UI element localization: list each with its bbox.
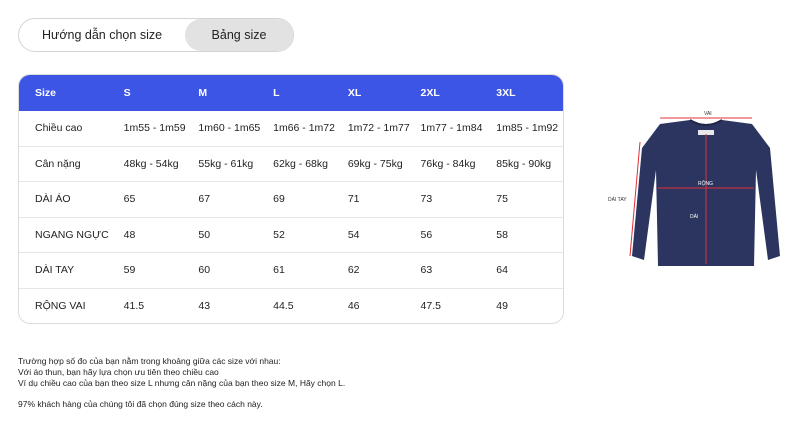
label-dai-tay: DÀI TAY — [608, 196, 627, 203]
table-cell: 52 — [273, 228, 285, 241]
table-cell: 48 — [123, 228, 136, 241]
row-label: DÀI ÁO — [35, 193, 71, 206]
table-row: RỘNG VAI 41.5 43 44.5 46 47.5 49 — [19, 289, 563, 324]
table-cell: 50 — [198, 228, 211, 241]
size-table: Size S M L XL 2XL 3XL Chiều cao 1m55 - 1m… — [18, 74, 564, 324]
table-cell: 1m60 - 1m65 — [198, 122, 261, 135]
table-row: Cân nặng 48kg - 54kg 55kg - 61kg 62kg - 68k… — [19, 147, 563, 182]
row-label: DÀI TAY — [35, 264, 75, 277]
header-cell: XL — [347, 87, 362, 99]
table-cell: 64 — [496, 264, 508, 277]
table-row: DÀI TAY 59 60 61 62 63 64 — [19, 253, 563, 289]
table-cell: 60 — [198, 264, 211, 277]
note-line: Trường hợp số đo của bạn nằm trong khoản… — [18, 356, 281, 366]
table-cell: 1m66 - 1m72 — [273, 122, 335, 135]
table-cell: 73 — [420, 193, 433, 206]
table-row: DÀI ÁO 65 67 69 71 73 75 — [19, 182, 563, 218]
note-line: Ví dụ chiều cao của bạn theo size L nhưn… — [18, 378, 346, 388]
table-row: Chiều cao 1m55 - 1m59 1m60 - 1m65 1m66 - 1m… — [19, 111, 563, 147]
table-header: Size S M L XL 2XL 3XL — [19, 75, 563, 111]
header-cell: S — [123, 87, 131, 99]
header-cell: L — [273, 87, 280, 99]
note-line: Với áo thun, bạn hãy lựa chọn ưu tiên th… — [18, 367, 219, 377]
table-cell: 1m72 - 1m77 — [347, 122, 410, 135]
table-cell: 55kg - 61kg — [198, 157, 254, 170]
table-cell: 69 — [273, 193, 285, 206]
row-label: Chiều cao — [35, 122, 83, 135]
table-cell: 49 — [496, 300, 508, 313]
size-notes: Trường hợp số đo của bạn nằm trong khoản… — [18, 356, 345, 410]
table-cell: 46 — [347, 300, 360, 313]
table-cell: 65 — [123, 193, 136, 206]
header-cell: 3XL — [496, 87, 516, 99]
table-cell: 41.5 — [123, 300, 145, 313]
header-cell: Size — [35, 87, 57, 99]
table-cell: 75 — [496, 193, 508, 206]
table-cell: 63 — [420, 264, 433, 277]
header-cell: M — [198, 87, 208, 99]
table-cell: 62kg - 68kg — [273, 157, 328, 170]
row-label: Cân nặng — [35, 157, 81, 170]
label-dai: DÀI — [690, 213, 698, 220]
table-cell: 1m55 - 1m59 — [123, 122, 186, 135]
row-label: RỘNG VAI — [35, 300, 86, 313]
table-cell: 71 — [347, 193, 360, 206]
size-tabs: Hướng dẫn chọn size Bảng size — [18, 18, 294, 52]
table-cell: 48kg - 54kg — [123, 157, 179, 170]
table-body: Chiều cao 1m55 - 1m59 1m60 - 1m65 1m66 - 1m… — [19, 111, 563, 324]
table-cell: 47.5 — [420, 300, 441, 313]
table-cell: 54 — [347, 228, 360, 241]
table-cell: 59 — [123, 264, 136, 277]
table-cell: 1m77 - 1m84 — [420, 122, 483, 135]
table-cell: 61 — [273, 264, 285, 277]
table-cell: 85kg - 90kg — [496, 157, 552, 170]
table-cell: 62 — [347, 264, 360, 277]
table-cell: 76kg - 84kg — [420, 157, 476, 170]
table-cell: 56 — [420, 228, 433, 241]
table-cell: 58 — [496, 228, 508, 241]
label-vai: VAI — [704, 111, 712, 117]
row-label: NGANG NGỰC — [35, 228, 109, 241]
table-cell: 69kg - 75kg — [347, 157, 403, 170]
table-cell: 43 — [198, 300, 211, 313]
tab-size-table[interactable]: Bảng size — [185, 19, 293, 51]
shirt-measurement-diagram: VAI DÀI TAY RỘNG DÀI — [608, 111, 780, 266]
table-cell: 1m85 - 1m92 — [496, 122, 559, 135]
note-line: 97% khách hàng của chúng tôi đã chọn đún… — [18, 399, 263, 409]
table-row: NGANG NGỰC 48 50 52 54 56 58 — [19, 218, 563, 253]
table-cell: 44.5 — [273, 300, 294, 313]
label-rong: RỘNG — [698, 180, 713, 187]
tab-size-guide[interactable]: Hướng dẫn chọn size — [19, 19, 185, 51]
table-cell: 67 — [198, 193, 211, 206]
header-cell: 2XL — [420, 87, 440, 99]
